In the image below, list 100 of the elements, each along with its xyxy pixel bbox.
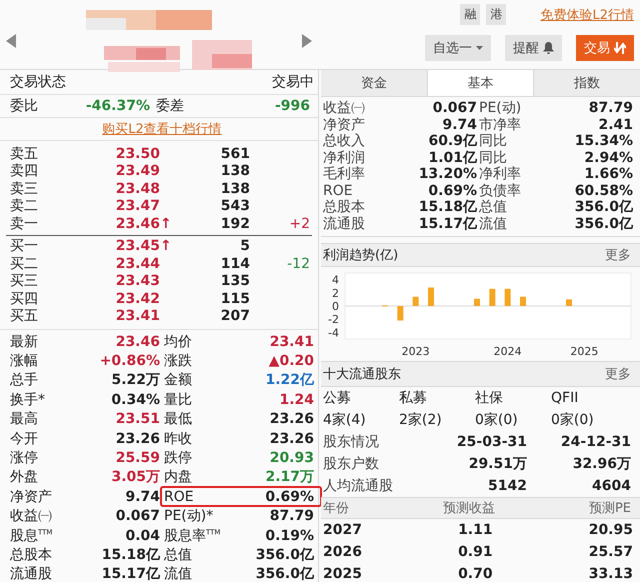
stat-label: 跌停 — [164, 449, 192, 468]
stat-value: 2.17万 — [265, 468, 314, 486]
section-title: 十大流通股东 — [323, 366, 401, 383]
stat-label: PE(动)* — [164, 507, 214, 526]
stat-value: 356.0亿 — [256, 565, 314, 582]
holder-count: 0家(0) — [475, 411, 518, 429]
stat-value: 23.26 — [270, 430, 314, 447]
stat-value: 0.067 — [116, 508, 160, 524]
stat-label: 股息$^{TTM}$ — [10, 526, 52, 545]
order-volume: 114 — [220, 256, 250, 272]
order-price: 23.45 — [116, 238, 160, 254]
order-price: 23.44 — [116, 256, 160, 272]
tab[interactable]: 资金 — [321, 70, 428, 96]
alert-button[interactable]: 提醒 — [505, 35, 562, 61]
metric-value: 87.79 — [588, 100, 633, 116]
column-header: 年份 — [323, 500, 349, 517]
metric-value: 15.17亿 — [418, 214, 477, 233]
axis-tick-label: -2 — [328, 313, 339, 326]
metric-value: 1.01亿 — [428, 148, 477, 167]
stat-label: 股息率$^{TTM}$ — [164, 526, 220, 545]
order-price: 23.47 — [116, 198, 160, 214]
order-volume: 5 — [240, 238, 250, 254]
stat-value: 20.93 — [270, 450, 314, 466]
order-volume: 138 — [220, 180, 250, 197]
order-level-label: 买二 — [10, 254, 38, 273]
order-price: 23.50 — [116, 146, 160, 162]
metric-label: 收益㈠ — [323, 99, 365, 117]
order-level-label: 买一 — [10, 237, 38, 256]
previous-arrow-icon[interactable] — [6, 34, 16, 48]
stat-label: 总值 — [164, 546, 192, 564]
more-link[interactable]: 更多 — [605, 246, 631, 264]
holder-stat-label: 股东户数 — [323, 455, 379, 473]
stat-label: 涨停 — [10, 449, 38, 468]
tab[interactable]: 指数 — [534, 70, 640, 96]
axis-tick-label: 2 — [332, 286, 339, 300]
holder-type-label: 社保 — [475, 389, 503, 407]
stat-value: 25.59 — [116, 450, 160, 466]
stat-label: 总手 — [10, 371, 38, 390]
table-cell: 2026 — [323, 544, 362, 560]
axis-tick-label: 2024 — [494, 345, 522, 358]
order-volume: 138 — [220, 163, 250, 180]
holder-count: 0家(0) — [551, 411, 594, 429]
up-arrow-icon: ↑ — [160, 216, 172, 232]
stat-label: 涨幅 — [10, 352, 38, 370]
axis-tick-label: -4 — [328, 326, 339, 340]
metric-label: 总值 — [479, 198, 507, 216]
order-ratio-value: -996 — [274, 98, 310, 114]
metric-value: 2.94% — [584, 150, 633, 166]
metric-value: 356.0亿 — [574, 214, 633, 233]
metric-label: ROE — [323, 182, 353, 199]
metric-label: 净利率 — [479, 165, 521, 183]
order-ratio-label: 委比 — [10, 97, 38, 115]
market-tag[interactable]: 港 — [486, 4, 506, 25]
table-cell: 33.13 — [588, 566, 633, 582]
stat-label: 最新 — [10, 332, 38, 351]
order-volume: 207 — [220, 308, 250, 324]
chart-bar — [504, 288, 511, 306]
holder-type-label: QFII — [551, 390, 578, 406]
stat-value: 23.26 — [270, 411, 314, 428]
order-price: 23.43 — [116, 273, 160, 290]
stat-label: 收益㈠ — [10, 507, 52, 526]
metric-value: 0.067 — [432, 100, 477, 116]
stat-value: 0.69% — [265, 488, 314, 505]
stat-label: 量比 — [164, 390, 192, 409]
trade-button[interactable]: 交易 — [576, 35, 634, 61]
metric-value: 13.20% — [418, 166, 477, 182]
metric-label: 流值 — [479, 214, 507, 233]
column-header: 预测PE — [588, 500, 631, 517]
holder-count: 2家(2) — [399, 411, 442, 429]
order-ratio-value: -46.37% — [86, 98, 150, 114]
section-title: 利润趋势(亿) — [323, 247, 398, 264]
tab[interactable]: 基本 — [428, 70, 534, 96]
stat-label: 净资产 — [10, 488, 52, 506]
stat-label: 最低 — [164, 410, 192, 428]
table-cell: 0.91 — [458, 544, 493, 560]
metric-value: 15.18亿 — [418, 198, 477, 216]
metric-value: 60.58% — [574, 182, 633, 199]
stat-value: ▲0.20 — [268, 353, 314, 370]
holder-type-label: 私募 — [399, 389, 427, 407]
next-arrow-icon[interactable] — [302, 34, 312, 48]
stat-label: 内盘 — [164, 468, 192, 486]
bell-icon — [543, 42, 554, 54]
holder-stat-value: 29.51万 — [468, 455, 527, 473]
table-cell: 0.70 — [458, 566, 493, 582]
order-level-label: 买四 — [10, 290, 38, 308]
stat-value: 15.17亿 — [102, 565, 160, 582]
metric-label: PE(动) — [479, 99, 522, 117]
more-link[interactable]: 更多 — [605, 365, 631, 383]
market-tag[interactable]: 融 — [460, 4, 480, 25]
stat-value: 3.05万 — [111, 468, 160, 486]
status-label: 交易状态 — [10, 73, 66, 91]
order-volume: 135 — [220, 273, 250, 290]
table-cell: 2027 — [323, 522, 362, 538]
stat-label: 最高 — [10, 410, 38, 428]
watchlist-dropdown[interactable]: 自选一 — [425, 35, 491, 61]
metric-label: 同比 — [479, 132, 507, 150]
holder-stat-value: 25-03-31 — [456, 434, 527, 450]
stat-value: 356.0亿 — [256, 546, 314, 564]
stat-label: 换手* — [10, 390, 45, 409]
chart-bar — [428, 288, 434, 306]
